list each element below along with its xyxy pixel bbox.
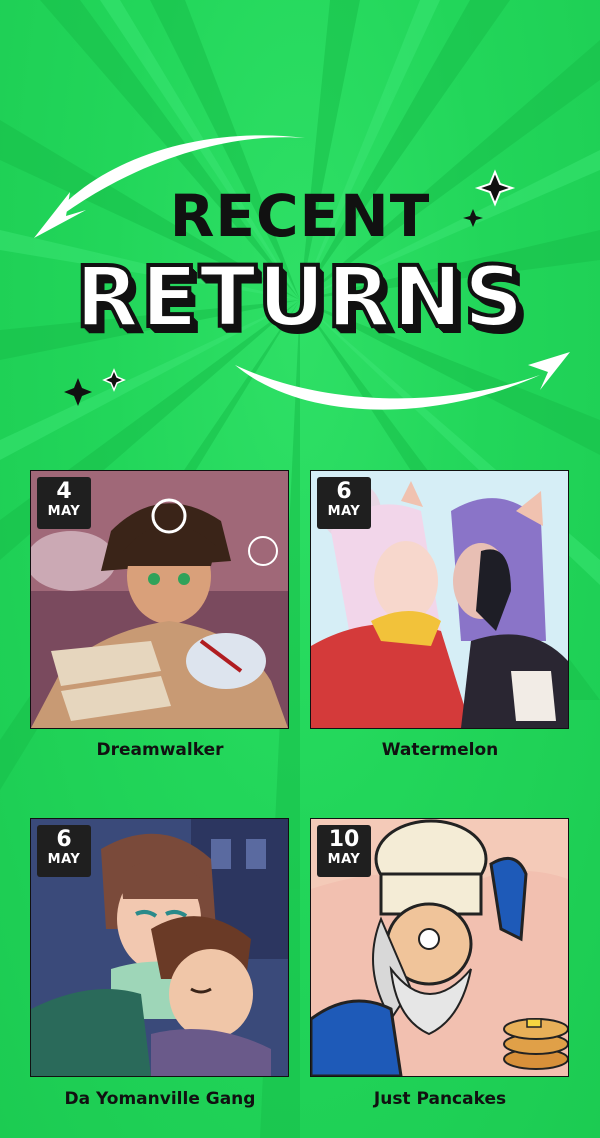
date-day: 6 (56, 827, 72, 852)
date-month: MAY (327, 852, 361, 867)
date-badge: 10 MAY (317, 825, 371, 877)
recent-returns-page: RECENT RETURNS 4 MAY Dreamwalker 6 MAY W… (0, 0, 600, 1138)
date-month: MAY (47, 504, 81, 519)
date-day: 10 (328, 827, 360, 852)
comic-card-da-yomanville-gang[interactable]: 6 MAY (30, 818, 289, 1077)
comic-title-just-pancakes[interactable]: Just Pancakes (310, 1089, 570, 1109)
comic-card-watermelon[interactable]: 6 MAY (310, 470, 569, 729)
sparkle-bottom-left (64, 378, 92, 406)
date-badge: 4 MAY (37, 477, 91, 529)
lower-swoosh (235, 365, 540, 410)
date-month: MAY (327, 504, 361, 519)
lower-arrow-head (528, 352, 570, 390)
date-day: 4 (56, 479, 72, 504)
comic-card-just-pancakes[interactable]: 10 MAY (310, 818, 569, 1077)
comic-title-dreamwalker[interactable]: Dreamwalker (30, 740, 290, 760)
date-badge: 6 MAY (317, 477, 371, 529)
comic-title-watermelon[interactable]: Watermelon (310, 740, 570, 760)
title-block: RECENT RETURNS (0, 120, 600, 420)
comic-card-dreamwalker[interactable]: 4 MAY (30, 470, 289, 729)
date-month: MAY (47, 852, 81, 867)
title-returns: RETURNS (73, 246, 526, 348)
date-day: 6 (336, 479, 352, 504)
comic-title-da-yomanville-gang[interactable]: Da Yomanville Gang (30, 1089, 290, 1109)
date-badge: 6 MAY (37, 825, 91, 877)
title-recent: RECENT (169, 182, 431, 250)
sparkle-small-left (102, 368, 126, 392)
